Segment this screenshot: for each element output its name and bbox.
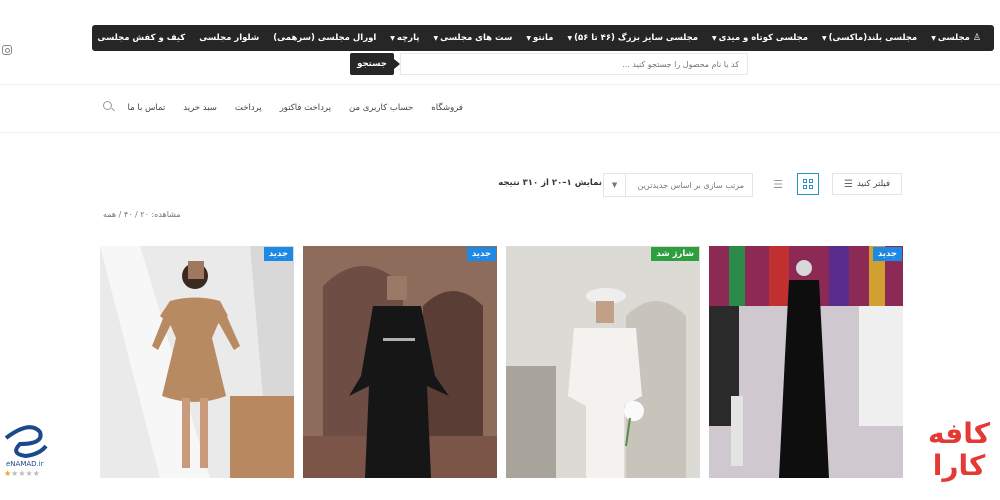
product-card[interactable]: جدید bbox=[303, 246, 497, 478]
svg-text:★★★★★: ★★★★★ bbox=[4, 469, 40, 478]
product-badge: جدید bbox=[872, 247, 902, 261]
search-input[interactable] bbox=[400, 53, 748, 75]
top-menu-label: مجلسی bbox=[937, 33, 970, 43]
list-view-button[interactable]: ☰ bbox=[768, 173, 788, 195]
product-image bbox=[709, 246, 903, 478]
top-menu-item[interactable]: شلوار مجلسی bbox=[192, 33, 266, 43]
top-menu-label: محصولات با تخفیف bbox=[0, 33, 42, 43]
main-menu: ♙ مجلسی ▼ مجلسی بلند(ماکسی) ▼ مجلسی کوتاه و م… bbox=[0, 25, 994, 51]
product-image bbox=[303, 246, 497, 478]
product-image bbox=[100, 246, 294, 478]
logo-line: کافه bbox=[927, 417, 991, 450]
top-menu-label: اورال مجلسی (سرهمی) bbox=[273, 33, 377, 43]
enamad-label: eNAMAD.ir bbox=[6, 460, 44, 468]
top-menu-item[interactable]: مجلسی بلند(ماکسی) ▼ bbox=[815, 33, 924, 43]
top-menu-label: مجلسی سایز بزرگ (۴۶ تا ۵۶) bbox=[574, 33, 699, 43]
secondary-nav-item[interactable]: پرداخت bbox=[226, 103, 271, 113]
divider bbox=[0, 84, 1000, 85]
filter-label: فیلتر کنید bbox=[856, 179, 891, 189]
top-menu-item[interactable]: اورال مجلسی (سرهمی) bbox=[266, 33, 383, 43]
product-image bbox=[506, 246, 700, 478]
per-page-options[interactable]: مشاهده: ۲۰ / ۴۰ / همه bbox=[103, 210, 181, 219]
caret-down-icon: ▼ bbox=[390, 34, 395, 42]
search-icon[interactable] bbox=[103, 101, 112, 110]
secondary-nav: فروشگاه حساب کاربری من پرداخت فاکتور پرداخت… bbox=[119, 101, 472, 115]
top-menu-item[interactable]: ست های مجلسی ▼ bbox=[426, 33, 519, 43]
divider bbox=[0, 132, 1000, 133]
secondary-nav-item[interactable]: پرداخت فاکتور bbox=[271, 103, 340, 113]
filter-button[interactable]: فیلتر کنید ☰ bbox=[832, 173, 902, 195]
caret-down-icon: ▼ bbox=[931, 34, 936, 42]
dress-icon: ♙ bbox=[972, 33, 981, 43]
top-menu-label: مجلسی بلند(ماکسی) bbox=[828, 33, 918, 43]
product-card[interactable]: شارژ شد bbox=[506, 246, 700, 478]
caret-down-icon: ▼ bbox=[822, 34, 827, 42]
logo-line: کارا bbox=[932, 449, 986, 482]
caret-down-icon: ▼ bbox=[526, 34, 531, 42]
top-menu-item[interactable]: ♙ مجلسی ▼ bbox=[924, 33, 988, 43]
product-badge: جدید bbox=[263, 247, 293, 261]
chevron-down-icon: ▼ bbox=[604, 174, 626, 196]
grid-view-button[interactable] bbox=[797, 173, 819, 195]
menu-icon: ☰ bbox=[844, 178, 853, 190]
sort-select[interactable]: مرتب سازی بر اساس جدیدترین ▼ bbox=[603, 173, 753, 197]
secondary-nav-item[interactable]: سبد خرید bbox=[174, 103, 226, 113]
top-menu-item[interactable]: مانتو ▼ bbox=[519, 33, 560, 43]
secondary-nav-item[interactable]: فروشگاه bbox=[422, 103, 472, 113]
caret-down-icon: ▼ bbox=[433, 34, 439, 42]
secondary-nav-item[interactable]: تماس با ما bbox=[119, 103, 175, 113]
top-menu-label: کیف و کفش مجلسی bbox=[97, 33, 186, 43]
sort-selected-value: مرتب سازی بر اساس جدیدترین bbox=[637, 180, 744, 190]
top-menu-label: مجلسی کوتاه و میدی bbox=[718, 33, 809, 43]
grid-icon bbox=[803, 179, 813, 189]
product-card[interactable]: جدید bbox=[709, 246, 903, 478]
top-menu-item[interactable]: کیف و کفش مجلسی bbox=[90, 33, 192, 43]
top-menu-label: مانتو bbox=[532, 33, 554, 43]
top-menu-label: پارچه bbox=[396, 33, 420, 43]
top-menu-item[interactable]: شومیز bbox=[49, 33, 91, 43]
product-badge: جدید bbox=[466, 247, 496, 261]
results-count: نمایش ۱–۲۰ از ۳۱۰ نتیجه bbox=[498, 178, 602, 188]
instagram-icon[interactable] bbox=[2, 45, 12, 55]
top-menu-item[interactable]: محصولات با تخفیف bbox=[0, 33, 49, 43]
caret-down-icon: ▼ bbox=[567, 34, 573, 42]
search-button[interactable]: جستجو bbox=[350, 53, 400, 75]
product-badge: شارژ شد bbox=[651, 247, 699, 261]
top-menu-item[interactable]: پارچه ▼ bbox=[383, 33, 426, 43]
enamad-logo[interactable]: eNAMAD.ir ★★★★★ bbox=[0, 410, 60, 480]
top-menu-item[interactable]: مجلسی کوتاه و میدی ▼ bbox=[705, 33, 815, 43]
secondary-nav-item[interactable]: حساب کاربری من bbox=[340, 103, 422, 113]
list-icon: ☰ bbox=[773, 177, 783, 191]
top-menu-label: شومیز bbox=[55, 33, 84, 43]
caret-down-icon: ▼ bbox=[712, 34, 717, 42]
top-menu-label: ست های مجلسی bbox=[440, 33, 513, 43]
cafe-kara-logo: کافه کارا bbox=[924, 418, 994, 482]
top-menu-label: شلوار مجلسی bbox=[199, 33, 260, 43]
top-menu-item[interactable]: مجلسی سایز بزرگ (۴۶ تا ۵۶) ▼ bbox=[560, 33, 705, 43]
product-card[interactable]: جدید bbox=[100, 246, 294, 478]
